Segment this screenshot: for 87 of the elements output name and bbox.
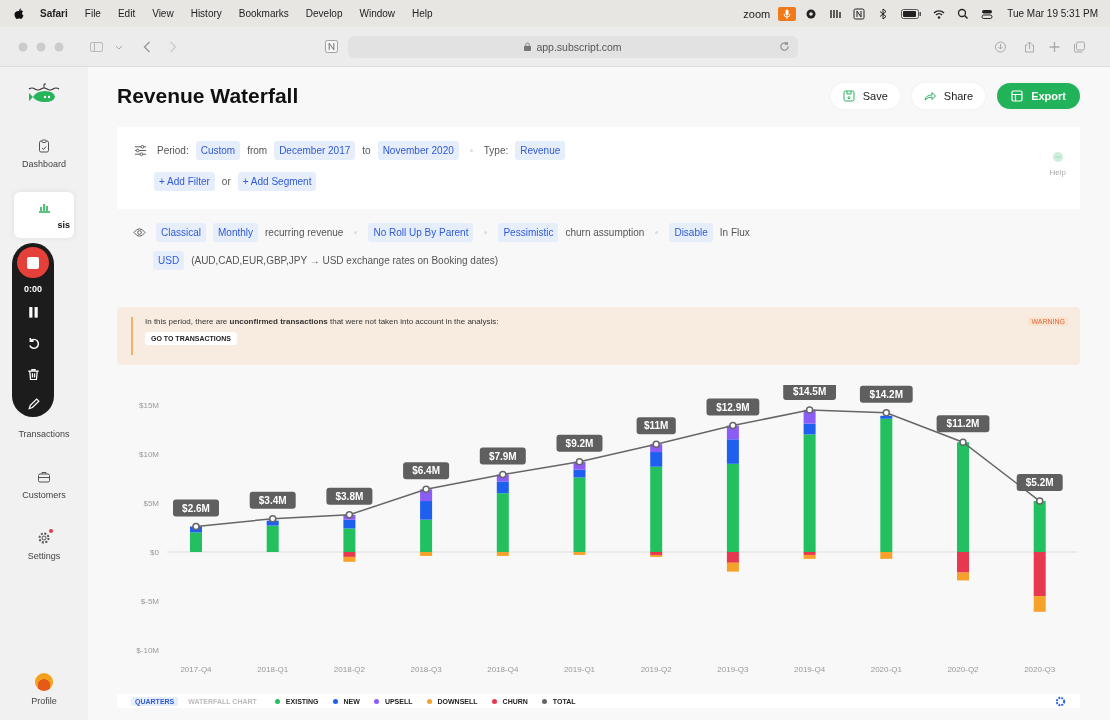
menu-item[interactable]: Bookmarks [238,8,289,19]
data-label: $11.2M [946,418,980,430]
address-text: app.subscript.com [536,40,622,53]
menu-item[interactable]: Edit [117,8,136,19]
x-axis-label: 2020-Q3 [1024,665,1056,674]
data-label: $14.2M [869,388,903,400]
menu-item[interactable]: Safari [40,8,68,19]
option-chip[interactable]: USD [153,251,185,270]
x-axis-label: 2019-Q2 [640,665,672,674]
value-label: $3.4M [249,491,296,509]
filter-chip[interactable]: + Add Filter [154,172,215,191]
x-axis-label: 2019-Q3 [717,665,749,674]
option-label: In Flux [719,227,750,238]
x-axis-label: 2018-Q3 [410,665,442,674]
x-axis-label: 2020-Q2 [947,665,979,674]
filter-chip[interactable]: Revenue [515,141,566,160]
filter-label: or [221,176,231,187]
data-label: $3.4M [258,494,287,506]
value-label: $11.2M [936,415,990,433]
menu-item[interactable]: Help [412,8,433,19]
option-chip[interactable]: No Roll Up By Parent [368,223,474,242]
x-axis-label: 2020-Q1 [870,665,902,674]
y-axis-label: $-5M [140,597,159,606]
save-button[interactable]: Save [830,83,900,109]
y-axis-label: $-10M [136,646,159,655]
menu-clock[interactable]: Tue Mar 19 5:31 PM [1007,8,1098,19]
data-label: $11M [643,420,669,432]
y-axis-label: $15M [139,401,159,410]
data-label: $7.9M [488,450,517,462]
share-button[interactable]: Share [911,83,986,109]
page-title: Revenue Waterfall [117,84,299,108]
warning-message: In this period, there are unconfirmed transactions that were not taken into account in the analysis: [145,317,499,326]
value-label: $12.9M [706,398,760,416]
data-label: $12.9M [716,401,750,413]
menu-item[interactable]: Window [359,8,396,19]
option-chip[interactable]: Disable [669,223,713,242]
sidebar-item[interactable]: Dashboard [14,131,74,177]
y-axis-label: $0 [150,548,159,557]
zoom-status[interactable]: zoom [743,7,771,20]
value-label: $2.6M [173,499,219,517]
filter-chip[interactable]: December 2017 [274,141,356,160]
value-label: $14.5M [783,385,836,400]
sidebar-item[interactable]: sis [14,192,74,238]
value-label: $9.2M [556,434,603,452]
x-axis-label: 2019-Q1 [563,665,596,674]
menu-item[interactable]: File [84,8,101,19]
sidebar-item[interactable]: Settings [14,523,74,569]
filter-chip[interactable]: November 2020 [377,141,459,160]
value-label: $11M [636,417,676,435]
x-axis-label: 2018-Q1 [257,665,289,674]
option-label: (AUD,CAD,EUR,GBP,JPY → USD exchange rates on Booking dates) [191,255,499,266]
data-label: $5.2M [1025,477,1054,489]
menu-item[interactable]: History [190,8,222,19]
data-label: $6.4M [412,465,440,477]
filter-label: to [362,145,371,156]
data-label: $9.2M [565,437,594,449]
data-label: $14.5M [792,385,827,397]
value-label: $5.2M [1016,474,1063,492]
data-label: $2.6M [182,502,210,514]
value-label: $3.8M [326,487,373,505]
menu-item[interactable]: Develop [305,8,343,19]
filter-chip[interactable]: Custom [195,141,241,160]
value-label: $6.4M [403,462,450,480]
filter-label: Type: [483,145,509,156]
menu-item[interactable]: View [152,8,174,19]
filter-label: from [247,145,268,156]
filter-chip[interactable]: + Add Segment [237,172,317,191]
x-axis-label: 2017-Q4 [180,665,212,674]
y-axis-label: $5M [143,499,159,508]
y-axis-label: $10M [139,450,159,459]
filter-label: Period: [157,145,189,156]
recording-time: 0:00 [24,284,42,295]
x-axis-label: 2018-Q4 [487,665,519,674]
address-bar[interactable]: app.subscript.com [348,35,798,58]
value-label: $14.2M [859,385,913,403]
profile-item[interactable]: Profile [31,673,57,706]
option-label: churn assumption [565,227,645,238]
x-axis-label: 2018-Q2 [333,665,365,674]
data-label: $3.8M [335,490,364,502]
option-label: recurring revenue [265,227,344,238]
option-chip[interactable]: Classical [156,223,206,242]
sidebar-item[interactable]: Transactions [14,421,74,447]
option-chip[interactable]: Pessimistic [498,223,559,242]
x-axis-label: 2019-Q4 [794,665,826,674]
sidebar-item[interactable]: Customers [14,462,74,508]
option-chip[interactable]: Monthly [213,223,259,242]
value-label: $7.9M [479,447,526,465]
